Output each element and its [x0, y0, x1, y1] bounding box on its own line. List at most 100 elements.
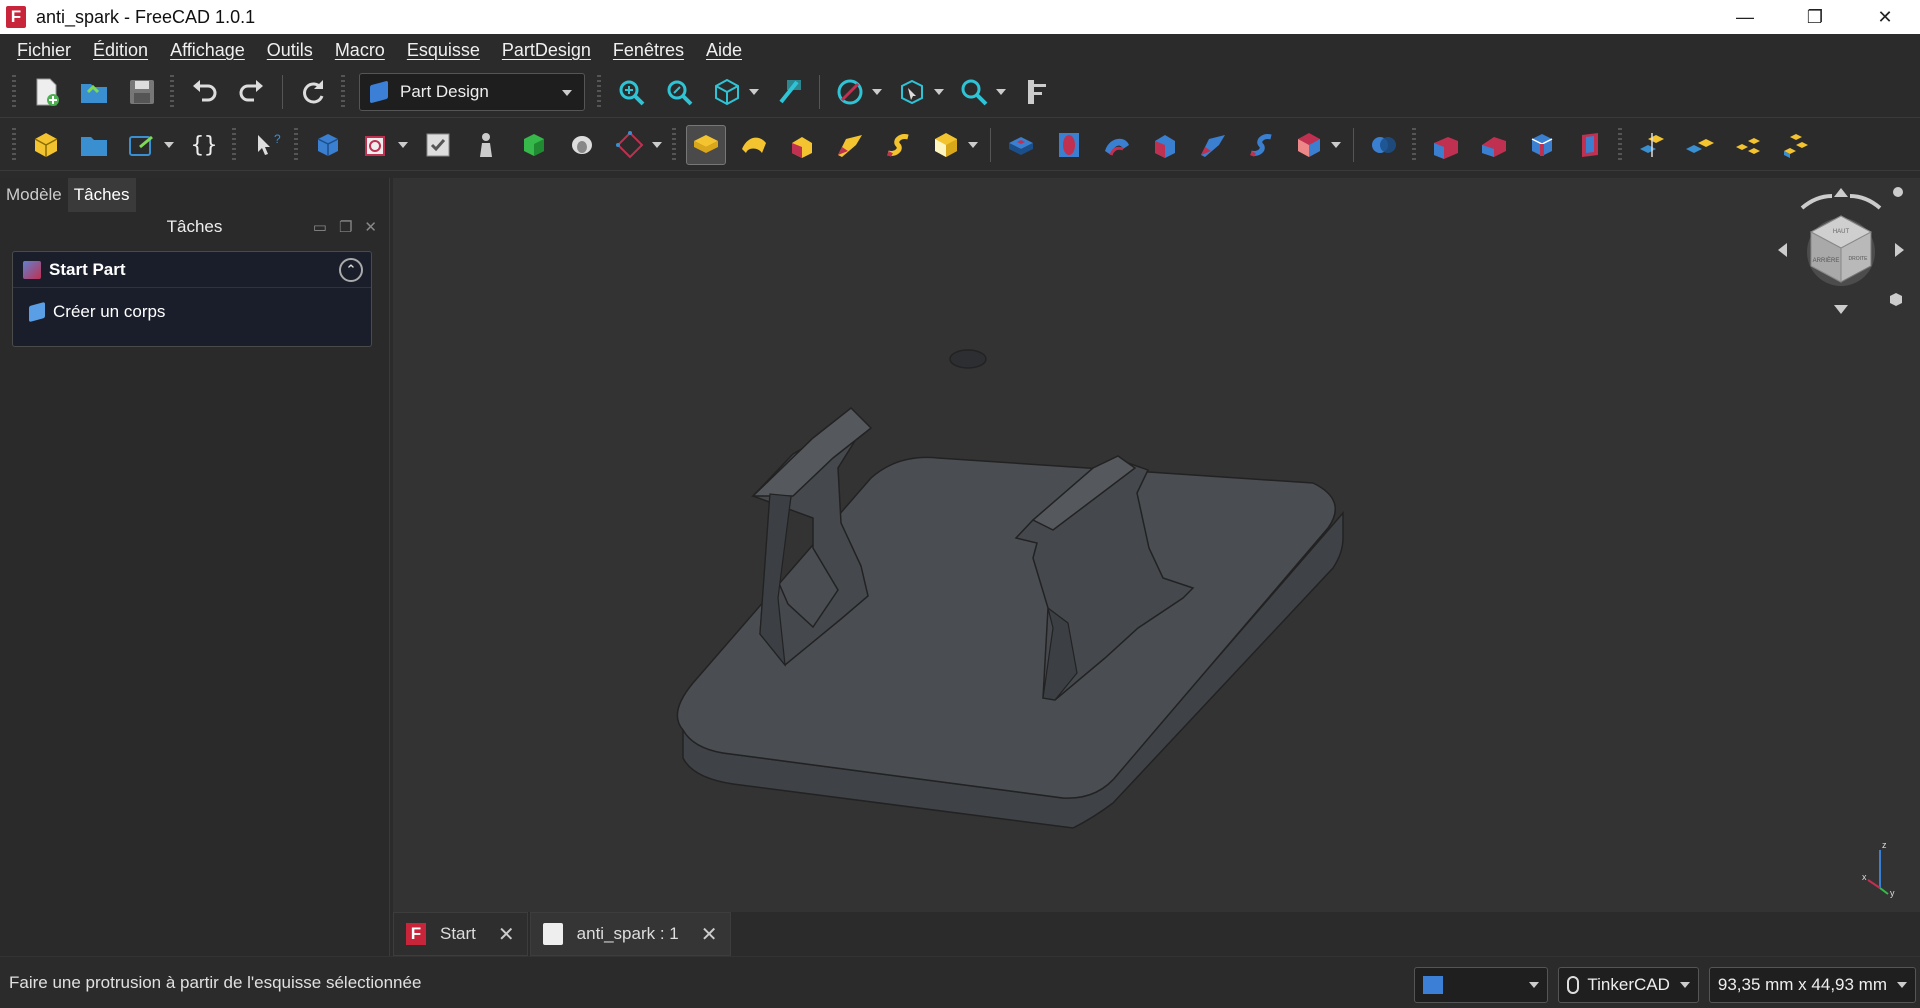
- standard-views-button[interactable]: [707, 72, 747, 112]
- menu-affichage[interactable]: Affichage: [159, 40, 256, 61]
- chevron-down-icon[interactable]: [872, 88, 882, 95]
- boolean-button[interactable]: [1364, 125, 1404, 165]
- chevron-down-icon[interactable]: [164, 141, 174, 148]
- restore-button[interactable]: ❐: [1780, 0, 1850, 34]
- create-body-action[interactable]: Créer un corps: [13, 288, 371, 323]
- dock-toggle-icon[interactable]: ▭: [313, 218, 327, 236]
- draw-style-button[interactable]: [830, 72, 870, 112]
- open-document-button[interactable]: [74, 72, 114, 112]
- revolution-button[interactable]: [734, 125, 774, 165]
- whats-this-button[interactable]: ?: [246, 125, 286, 165]
- new-document-button[interactable]: [26, 72, 66, 112]
- workbench-selector[interactable]: Part Design: [359, 72, 585, 111]
- subtractive-helix-button[interactable]: [1241, 125, 1281, 165]
- chevron-down-icon[interactable]: [934, 88, 944, 95]
- close-window-button[interactable]: ✕: [1850, 0, 1920, 34]
- subtractive-pipe-button[interactable]: [1193, 125, 1233, 165]
- additive-loft-button[interactable]: [782, 125, 822, 165]
- pad-button[interactable]: [686, 124, 726, 165]
- toolbar-grip[interactable]: [170, 74, 174, 109]
- subtractive-loft-icon: [1155, 134, 1175, 158]
- menu-macro[interactable]: Macro: [324, 40, 396, 61]
- 3d-model-plate: [676, 349, 1344, 829]
- measure-button[interactable]: [1016, 72, 1056, 112]
- polar-pattern-button[interactable]: [1728, 125, 1768, 165]
- menu-esquisse[interactable]: Esquisse: [396, 40, 491, 61]
- create-sketch-button[interactable]: [356, 125, 396, 165]
- draft-button[interactable]: [1522, 125, 1562, 165]
- create-body-button[interactable]: [308, 125, 348, 165]
- shape-binder-button[interactable]: [466, 125, 506, 165]
- chevron-down-icon[interactable]: [398, 141, 408, 148]
- close-tab-icon[interactable]: ✕: [498, 922, 515, 947]
- additive-helix-button[interactable]: [878, 125, 918, 165]
- additive-primitive-button[interactable]: [926, 125, 966, 165]
- chamfer-button[interactable]: [1474, 125, 1514, 165]
- chevron-down-icon[interactable]: [652, 141, 662, 148]
- menu-fenetres[interactable]: Fenêtres: [602, 40, 695, 61]
- undo-button[interactable]: [184, 72, 224, 112]
- create-group-button[interactable]: [74, 125, 114, 165]
- toolbar-grip[interactable]: [232, 127, 236, 162]
- redo-button[interactable]: [232, 72, 272, 112]
- toolbar-grip[interactable]: [12, 74, 16, 109]
- linear-pattern-button[interactable]: [1680, 125, 1720, 165]
- navigation-cube[interactable]: HAUT ARRIÈRE DROITE: [1776, 186, 1906, 316]
- groove-button[interactable]: [1097, 125, 1137, 165]
- tab-taches[interactable]: Tâches: [67, 178, 136, 212]
- collapse-icon[interactable]: ⌃: [339, 258, 363, 282]
- menu-outils[interactable]: Outils: [256, 40, 324, 61]
- fillet-button[interactable]: [1426, 125, 1466, 165]
- minimize-button[interactable]: —: [1710, 0, 1780, 34]
- sub-shape-binder-button[interactable]: [514, 125, 554, 165]
- fit-all-button[interactable]: [611, 72, 651, 112]
- thickness-button[interactable]: [1570, 125, 1610, 165]
- subtractive-loft-button[interactable]: [1145, 125, 1185, 165]
- additive-pipe-button[interactable]: [830, 125, 870, 165]
- draw-style-selector[interactable]: [1414, 967, 1549, 1003]
- selection-filter-button[interactable]: [892, 72, 932, 112]
- undo-icon: [193, 79, 217, 101]
- toolbar-grip[interactable]: [294, 127, 298, 162]
- chevron-down-icon[interactable]: [996, 88, 1006, 95]
- chevron-down-icon[interactable]: [968, 141, 978, 148]
- tab-modele[interactable]: Modèle: [0, 178, 68, 212]
- zoom-box-button[interactable]: [954, 72, 994, 112]
- close-tab-icon[interactable]: ✕: [701, 922, 718, 947]
- toolbar-grip[interactable]: [1412, 127, 1416, 162]
- refresh-button[interactable]: [293, 72, 333, 112]
- doc-tab-anti-spark[interactable]: anti_spark : 1 ✕: [529, 912, 731, 956]
- validate-sketch-button[interactable]: [418, 125, 458, 165]
- create-part-button[interactable]: [26, 125, 66, 165]
- sync-view-button[interactable]: [769, 72, 809, 112]
- hole-button[interactable]: [1049, 125, 1089, 165]
- menu-partdesign[interactable]: PartDesign: [491, 40, 602, 61]
- menu-edition[interactable]: Édition: [82, 40, 159, 61]
- fit-selection-button[interactable]: [659, 72, 699, 112]
- toolbar-grip[interactable]: [1618, 127, 1622, 162]
- subtractive-primitive-button[interactable]: [1289, 125, 1329, 165]
- chevron-down-icon[interactable]: [749, 88, 759, 95]
- mirrored-button[interactable]: [1632, 125, 1672, 165]
- menu-aide[interactable]: Aide: [695, 40, 753, 61]
- datum-plane-button[interactable]: [610, 125, 650, 165]
- dimension-display[interactable]: 93,35 mm x 44,93 mm: [1708, 967, 1916, 1003]
- create-link-button[interactable]: [122, 125, 162, 165]
- menu-fichier[interactable]: Fichier: [6, 40, 82, 61]
- variable-set-button[interactable]: {}: [184, 125, 224, 165]
- 3d-viewport[interactable]: HAUT ARRIÈRE DROITE z x y: [393, 178, 1920, 912]
- clone-button[interactable]: [562, 125, 602, 165]
- chevron-down-icon[interactable]: [1331, 141, 1341, 148]
- close-panel-icon[interactable]: ✕: [364, 218, 377, 236]
- navigation-style-selector[interactable]: TinkerCAD: [1558, 967, 1699, 1003]
- toolbar-grip[interactable]: [597, 74, 601, 109]
- pocket-button[interactable]: [1001, 125, 1041, 165]
- float-panel-icon[interactable]: ❐: [339, 218, 352, 236]
- toolbar-grip[interactable]: [12, 127, 16, 162]
- toolbar-grip[interactable]: [341, 74, 345, 109]
- multi-transform-button[interactable]: [1776, 125, 1816, 165]
- doc-tab-start[interactable]: F Start ✕: [393, 912, 528, 956]
- save-document-button[interactable]: [122, 72, 162, 112]
- toolbar-grip[interactable]: [672, 127, 676, 162]
- toolbar-separator: [1353, 127, 1354, 162]
